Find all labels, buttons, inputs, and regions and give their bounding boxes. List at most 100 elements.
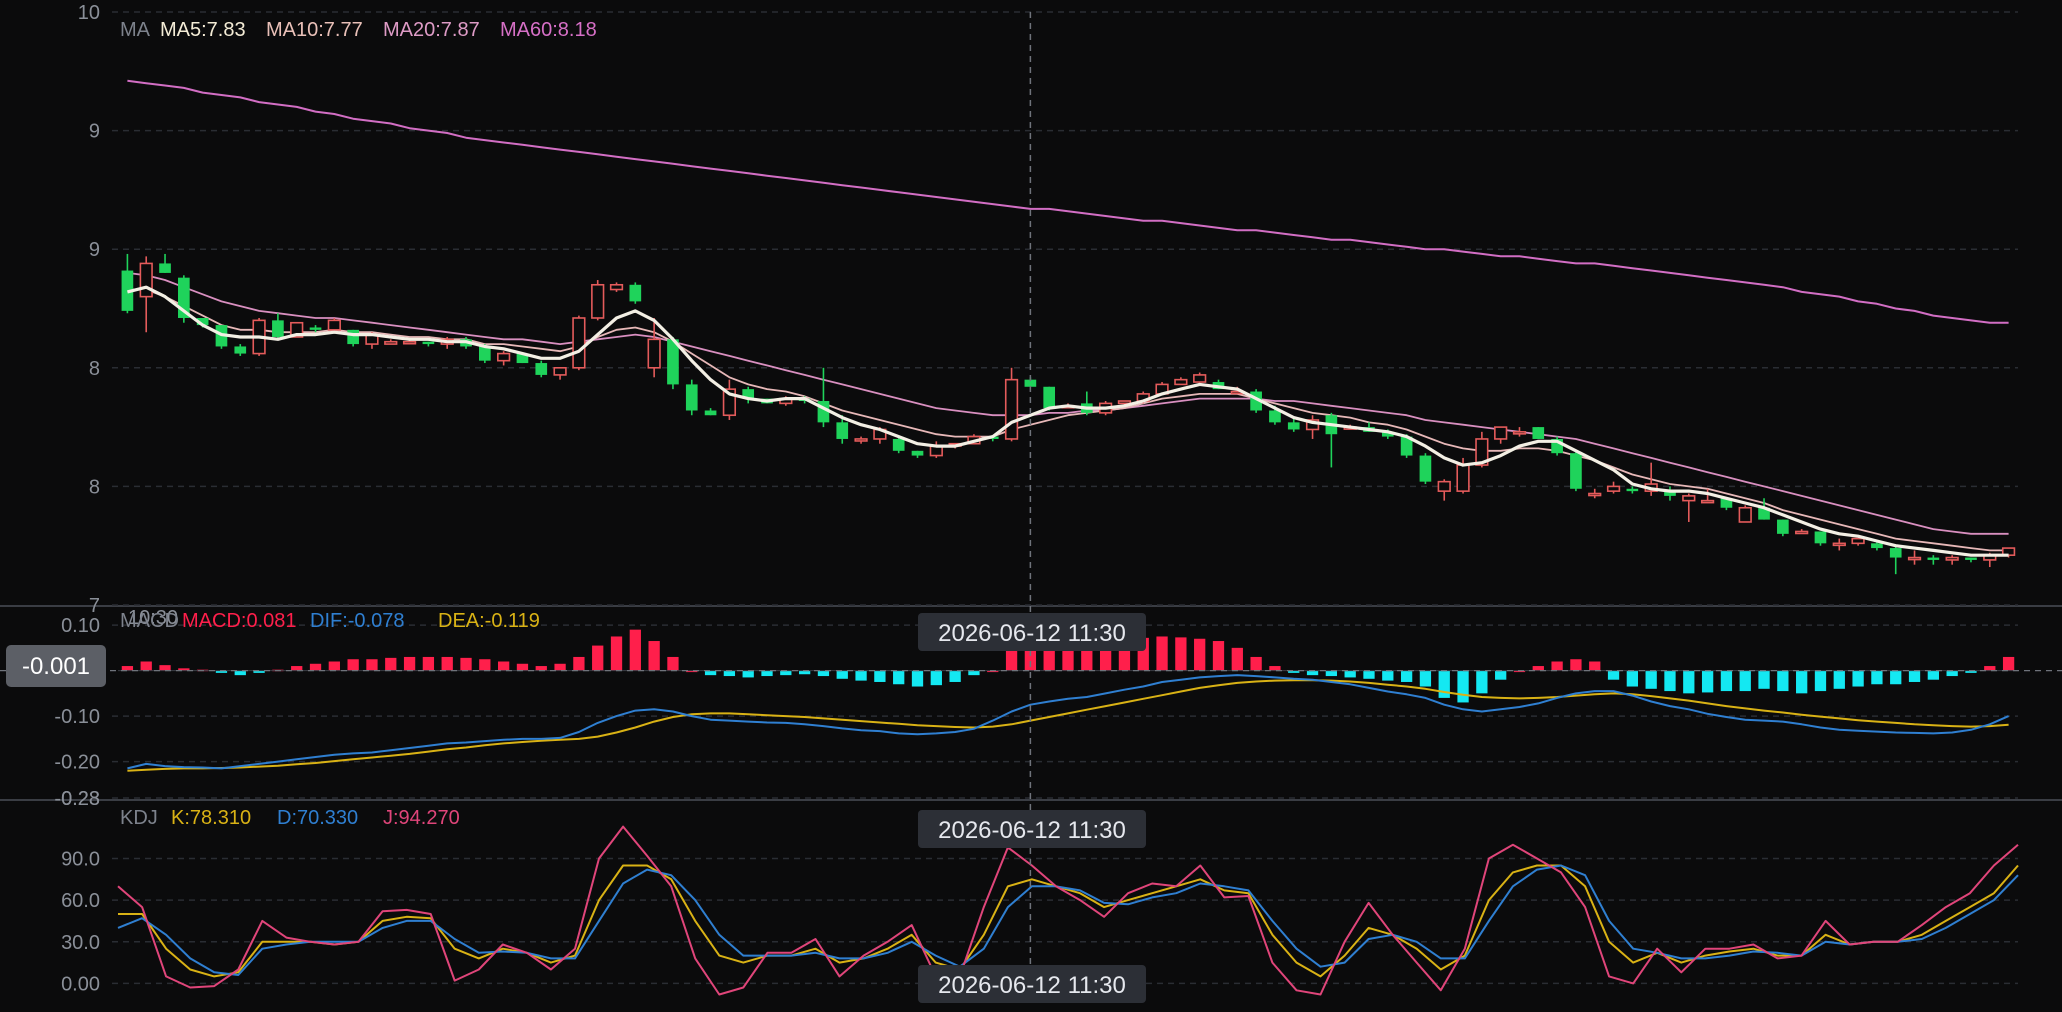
candle-down[interactable]	[1043, 386, 1056, 409]
candle-up[interactable]	[1700, 499, 1715, 504]
candle-up[interactable]	[1494, 426, 1508, 440]
macd-bar	[1532, 666, 1544, 671]
candle-up[interactable]	[497, 352, 511, 362]
macd-bar	[309, 663, 322, 671]
candle-down[interactable]	[422, 341, 435, 345]
candle-up[interactable]	[1588, 492, 1602, 497]
candle-up[interactable]	[1456, 464, 1470, 492]
candle-up[interactable]	[591, 283, 605, 319]
macd-bar	[1890, 670, 1902, 685]
price-ytick-label: 10	[78, 2, 100, 24]
macd-legend-label: MACD	[120, 610, 179, 632]
macd-bar	[441, 656, 453, 671]
macd-bar	[1908, 670, 1921, 682]
macd-ytick-label: -0.10	[54, 706, 100, 728]
macd-bar	[893, 670, 905, 685]
macd-bar	[1984, 666, 1996, 671]
candle-up[interactable]	[1738, 506, 1752, 523]
candle-down[interactable]	[347, 329, 359, 345]
candle-down[interactable]	[629, 284, 642, 302]
candle-down[interactable]	[1570, 453, 1582, 489]
candle-down[interactable]	[685, 384, 698, 411]
macd-bar	[1419, 670, 1432, 687]
macd-bar	[874, 670, 886, 682]
macd-bar	[780, 670, 792, 676]
macd-bar	[140, 661, 152, 671]
candle-down[interactable]	[272, 320, 284, 337]
candle-down[interactable]	[1814, 531, 1827, 544]
candle-down[interactable]	[911, 450, 924, 456]
candle-down[interactable]	[159, 263, 171, 273]
candle-down[interactable]	[1419, 455, 1432, 482]
candle-down[interactable]	[1871, 543, 1883, 549]
macd-bar	[1250, 656, 1262, 671]
macd-bar	[855, 670, 867, 681]
candle-down[interactable]	[1777, 519, 1789, 534]
candle-up[interactable]	[854, 438, 868, 442]
macd-legend-dea: DEA:-0.119	[438, 610, 540, 632]
macd-bar	[742, 670, 754, 678]
kdj-ytick-label: 60.0	[61, 890, 100, 912]
macd-bar	[1796, 670, 1808, 694]
candle-down[interactable]	[234, 346, 247, 354]
macd-bar	[1400, 670, 1413, 682]
macd-bar	[1739, 670, 1751, 692]
price-legend-ma60: MA60:8.18	[500, 19, 597, 41]
price-ytick-label: 9	[89, 121, 100, 143]
macd-bar	[968, 670, 980, 676]
candle-up[interactable]	[1117, 400, 1132, 405]
candle-down[interactable]	[309, 327, 322, 330]
candle-up[interactable]	[572, 317, 586, 369]
candle-down[interactable]	[892, 438, 905, 451]
candle-down[interactable]	[836, 422, 849, 439]
candle-down[interactable]	[1269, 410, 1281, 423]
macd-bar	[1231, 647, 1243, 671]
macd-bar	[2002, 656, 2015, 671]
candle-down[interactable]	[1927, 557, 1940, 560]
candle-down[interactable]	[1889, 548, 1902, 558]
price-ytick-label: 7	[89, 595, 100, 617]
macd-bar	[366, 659, 378, 671]
candle-up[interactable]	[139, 262, 153, 298]
candle-down[interactable]	[704, 410, 717, 416]
price-ytick-label: 8	[89, 358, 100, 380]
candle-up[interactable]	[1174, 378, 1188, 386]
candle-down[interactable]	[1965, 557, 1977, 560]
candle-up[interactable]	[609, 283, 624, 291]
macd-bar	[1476, 670, 1488, 694]
candle-up[interactable]	[1832, 542, 1846, 547]
candle-up[interactable]	[1606, 485, 1621, 492]
candle-up[interactable]	[1193, 374, 1207, 383]
candle-up[interactable]	[1795, 530, 1809, 535]
macd-bar	[328, 661, 340, 671]
ma20-line	[127, 272, 2009, 535]
macd-bar	[573, 656, 585, 671]
kdj-ytick-label: 30.0	[61, 932, 100, 954]
candle-up[interactable]	[1851, 537, 1865, 545]
macd-bar	[1438, 670, 1450, 698]
candle-up[interactable]	[553, 366, 567, 376]
candle-up[interactable]	[1512, 431, 1527, 435]
candle-up[interactable]	[384, 340, 398, 345]
candle-up[interactable]	[327, 319, 341, 331]
macd-bar	[723, 670, 736, 677]
macd-bar	[1683, 670, 1695, 694]
candle-up[interactable]	[1682, 495, 1696, 502]
candle-down[interactable]	[1287, 422, 1300, 430]
candle-down[interactable]	[1626, 488, 1639, 492]
candle-up[interactable]	[1907, 556, 1922, 561]
macd-bar	[930, 670, 942, 686]
macd-bar	[1589, 661, 1601, 671]
candle-up[interactable]	[402, 340, 417, 345]
candle-up[interactable]	[1437, 480, 1451, 492]
kdj-legend-d: D:70.330	[277, 807, 358, 829]
kline-chart-svg[interactable]: 10998870.10-0.10-0.20-0.2890.060.030.00.…	[0, 0, 2062, 1012]
chart-stage[interactable]: 10 9 9 8 8 7 0.10 -0.10 -0.20 -0.28 90.0 60.0 30.0 0.…	[0, 0, 2062, 1012]
candle-down[interactable]	[535, 363, 548, 375]
candle-up[interactable]	[1945, 556, 1959, 561]
candle-up[interactable]	[647, 338, 661, 369]
candle-down[interactable]	[1532, 427, 1545, 439]
macd-bar	[460, 657, 472, 671]
candle-up[interactable]	[1004, 378, 1019, 440]
time-tooltip-label: 2026-06-12 11:30	[938, 817, 1126, 844]
